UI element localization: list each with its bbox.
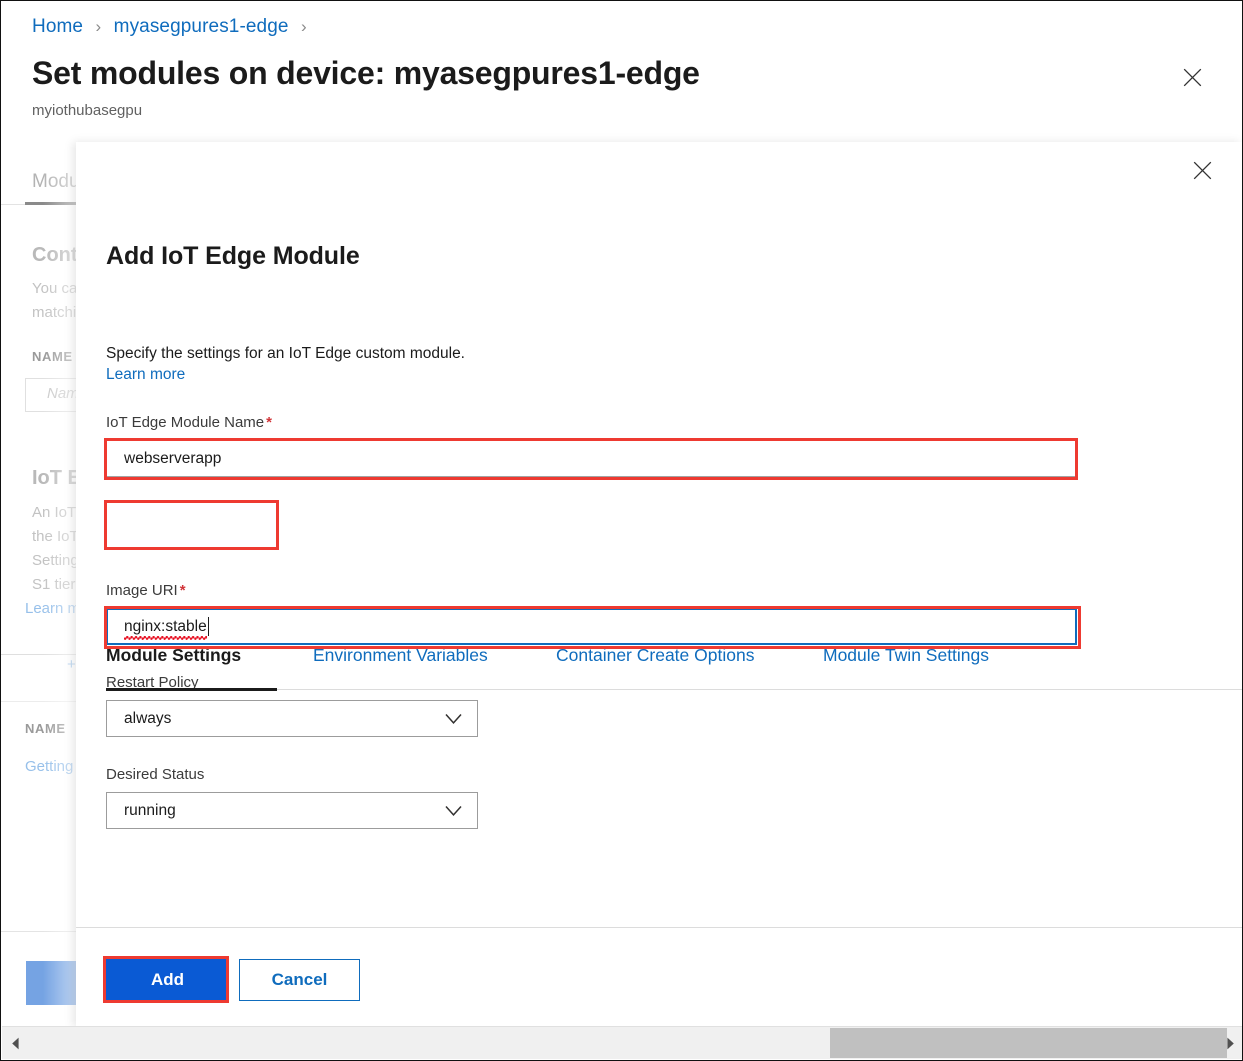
cancel-button[interactable]: Cancel [239,959,360,1001]
breadcrumb: Home › myasegpures1-edge › [32,16,314,38]
chevron-down-icon [445,713,462,724]
breadcrumb-separator-icon-2: › [301,17,307,36]
text-caret [208,617,209,636]
chevron-left-icon [11,1037,20,1050]
scroll-left-button[interactable] [5,1027,25,1059]
required-marker-2: * [180,582,186,599]
blade-modules-column-header-name: NAME [25,721,66,736]
tab-container-create-options[interactable]: Container Create Options [556,645,754,666]
module-name-label: IoT Edge Module Name* [106,414,272,431]
blade-close-button[interactable] [1178,63,1206,91]
breadcrumb-item-device[interactable]: myasegpures1-edge [114,16,289,37]
add-button[interactable]: Add [106,959,229,1001]
scroll-right-button[interactable] [1220,1027,1240,1059]
module-name-input[interactable]: webserverapp [106,440,1077,477]
close-icon [1183,68,1202,87]
desired-status-select[interactable]: running [106,792,478,829]
tab-module-settings[interactable]: Module Settings [106,645,241,666]
tab-environment-variables[interactable]: Environment Variables [313,645,488,666]
scrollbar-thumb[interactable] [830,1028,1227,1058]
restart-policy-select[interactable]: always [106,700,478,737]
dialog-title: Add IoT Edge Module [106,242,360,271]
image-uri-input[interactable]: nginx:stable [106,608,1077,645]
restart-policy-value: always [124,710,171,728]
required-marker: * [266,414,272,431]
page-subtitle: myiothubasegpu [32,102,142,119]
page-title: Set modules on device: myasegpures1-edge [32,55,700,92]
chevron-right-icon [1226,1037,1235,1050]
close-icon-2 [1193,161,1212,180]
blade-column-header-name: NAME [32,349,73,364]
dialog-learn-more-link[interactable]: Learn more [106,366,185,384]
dialog-description: Specify the settings for an IoT Edge cus… [106,342,465,366]
image-uri-label: Image URI* [106,582,186,599]
chevron-down-icon-2 [445,805,462,816]
dialog-footer-rule [76,927,1242,928]
breadcrumb-separator-icon: › [95,17,101,36]
active-tab-underline [106,688,277,691]
desired-status-label: Desired Status [106,766,204,783]
horizontal-scrollbar[interactable] [2,1026,1243,1059]
breadcrumb-item-home[interactable]: Home [32,16,83,37]
dialog-tabs: Module Settings Environment Variables Cont… [106,645,1212,689]
dialog-close-button[interactable] [1188,156,1216,184]
image-uri-value: nginx:stable [124,618,207,636]
tab-module-twin-settings[interactable]: Module Twin Settings [823,645,989,666]
add-iot-edge-module-dialog: Add IoT Edge Module Specify the settings… [76,142,1242,1027]
desired-status-value: running [124,802,176,820]
app-window: Home › myasegpures1-edge › Set modules o… [0,0,1243,1061]
